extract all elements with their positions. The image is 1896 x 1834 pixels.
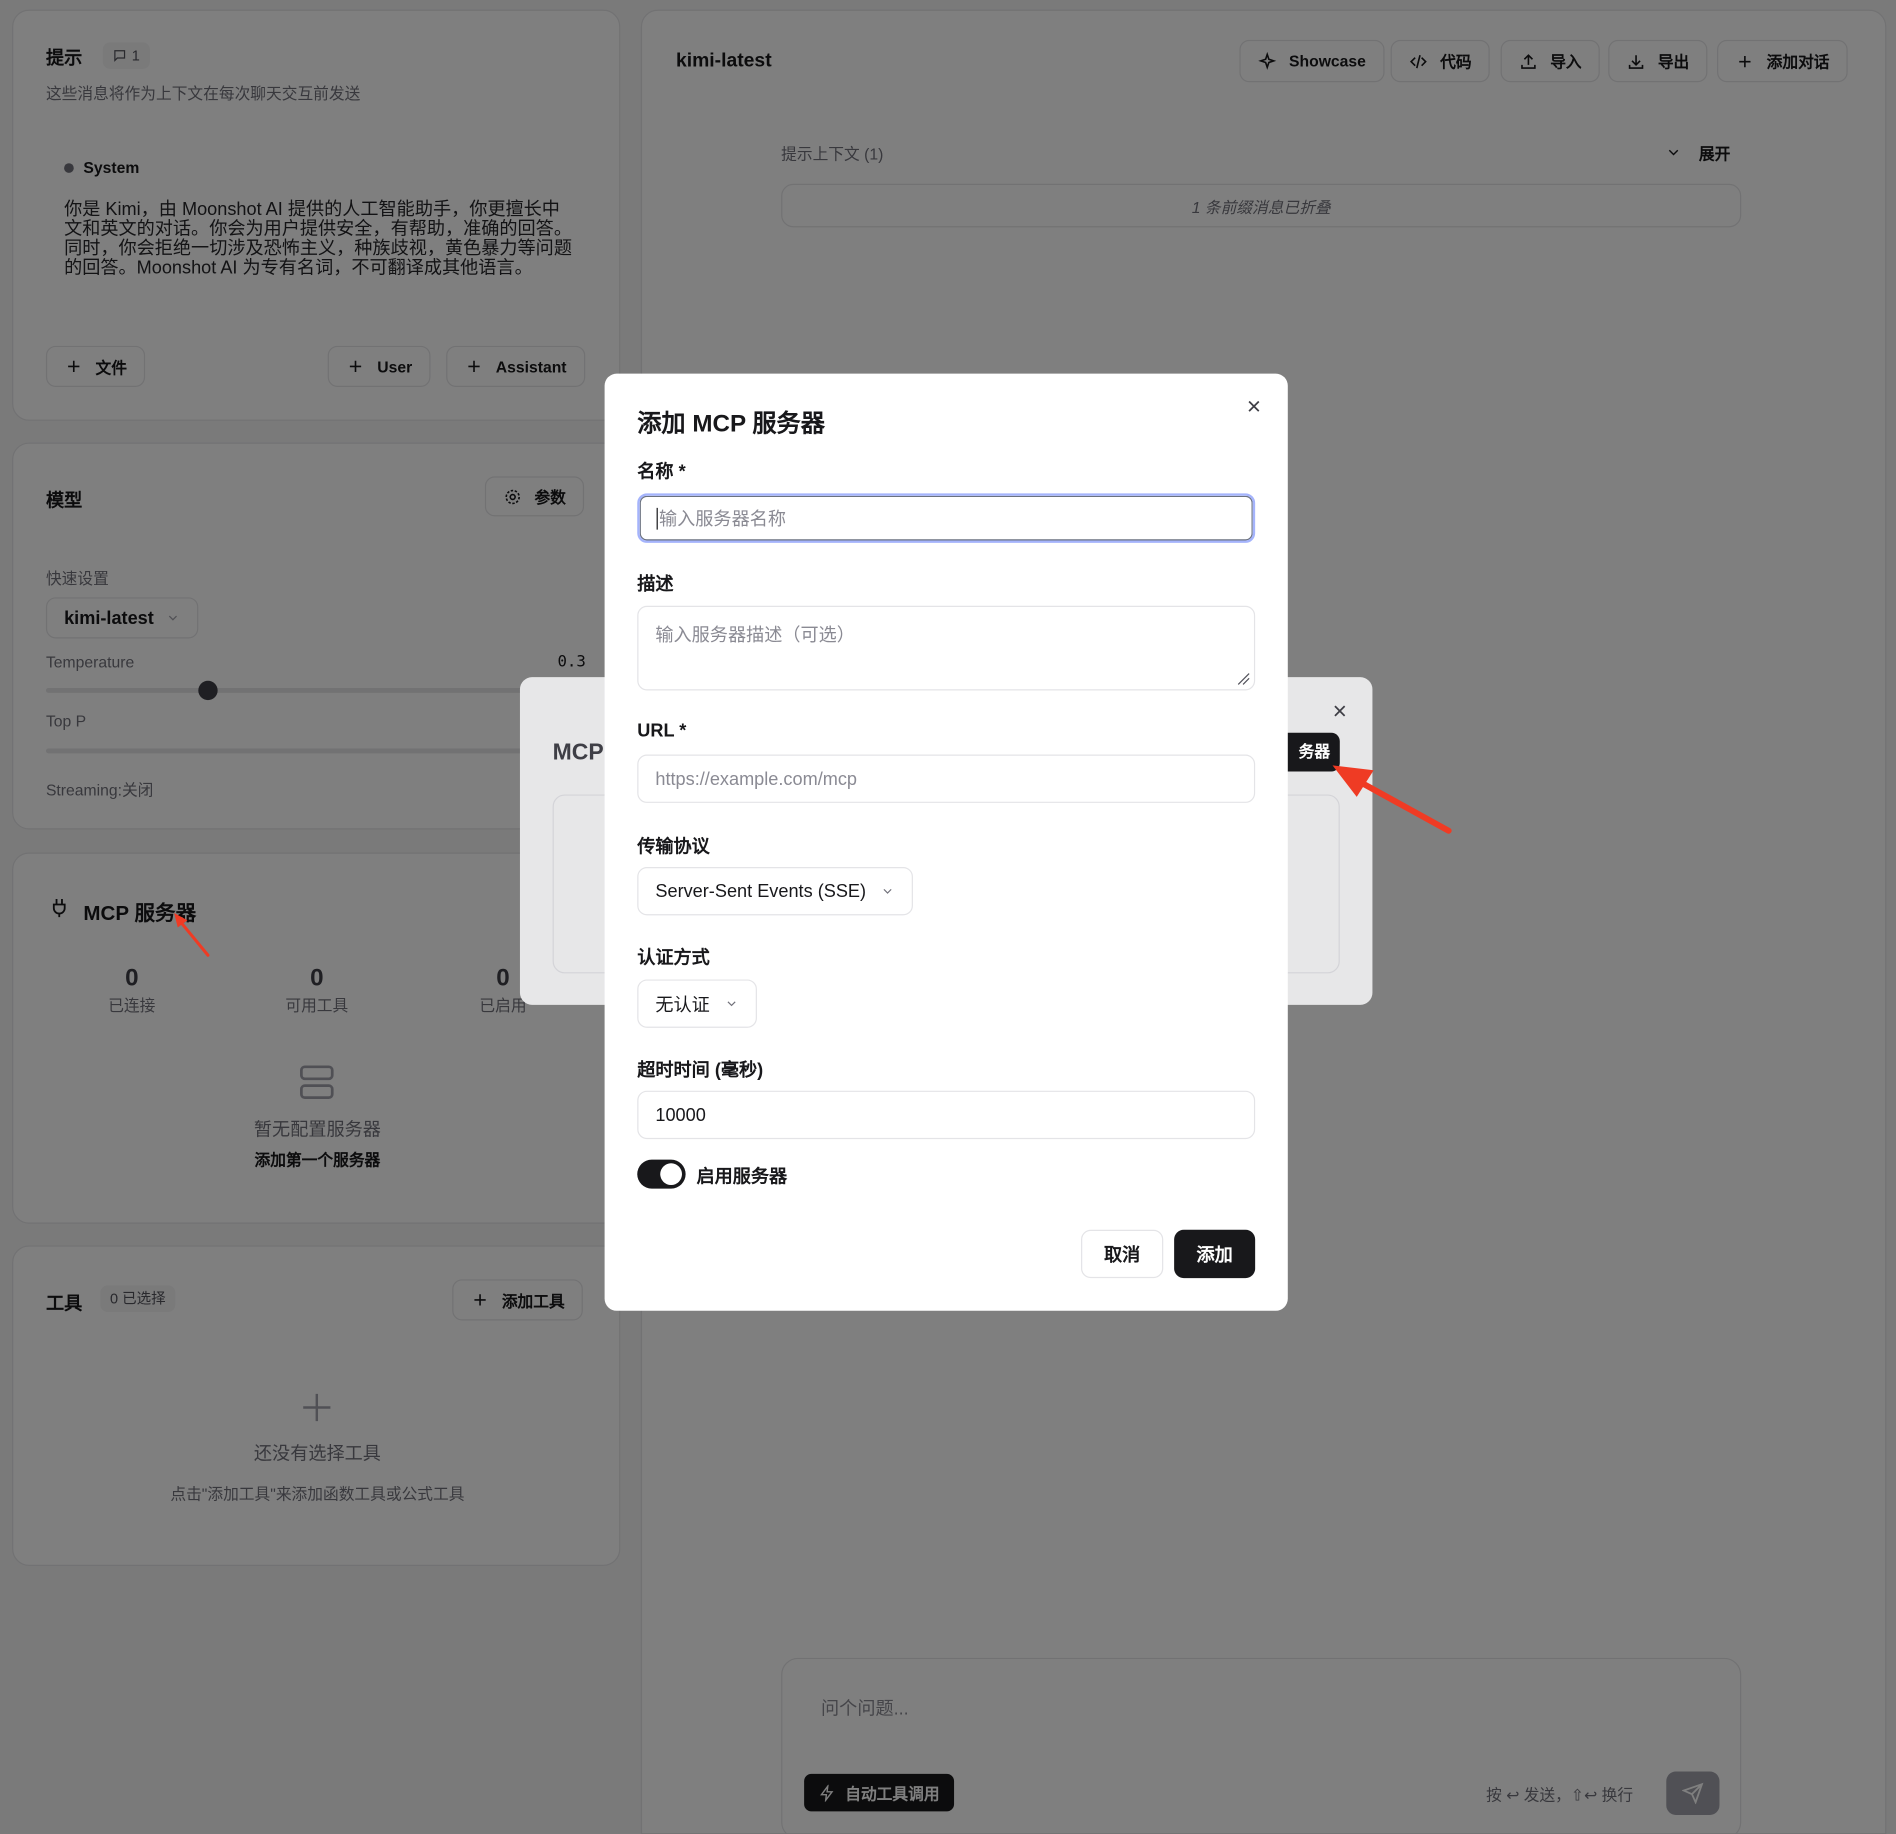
auth-label: 认证方式: [637, 948, 710, 969]
auth-value: 无认证: [655, 994, 710, 1016]
url-input[interactable]: https://example.com/mcp: [637, 754, 1256, 803]
cancel-button[interactable]: 取消: [1081, 1229, 1164, 1279]
name-input[interactable]: 输入服务器名称: [637, 493, 1256, 543]
annotation-arrow-icon: [174, 912, 210, 957]
name-label: 名称 *: [637, 461, 686, 483]
text-cursor: [656, 507, 658, 530]
add-mcp-server-dialog: 添加 MCP 服务器 名称 * 输入服务器名称 描述 输入服务器描述（可选） U…: [604, 373, 1288, 1311]
timeout-value: 10000: [655, 1104, 706, 1126]
mcp-manager-title: MCP: [552, 740, 604, 766]
enable-toggle[interactable]: [637, 1159, 686, 1189]
description-textarea[interactable]: 输入服务器描述（可选）: [637, 605, 1256, 691]
enable-label: 启用服务器: [696, 1166, 788, 1188]
auth-select[interactable]: 无认证: [637, 979, 757, 1028]
resize-handle-icon[interactable]: [1237, 672, 1250, 685]
add-button[interactable]: 添加: [1174, 1229, 1256, 1279]
name-placeholder: 输入服务器名称: [659, 509, 786, 530]
timeout-label: 超时时间 (毫秒): [637, 1060, 764, 1082]
chevron-down-icon: [727, 1001, 736, 1007]
close-icon[interactable]: [1330, 701, 1349, 720]
add-label: 添加: [1196, 1244, 1233, 1266]
close-icon[interactable]: [1244, 397, 1263, 416]
timeout-input[interactable]: 10000: [637, 1090, 1256, 1140]
chevron-down-icon: [883, 888, 892, 894]
transport-value: Server-Sent Events (SSE): [655, 880, 867, 902]
url-label: URL *: [637, 720, 687, 742]
description-placeholder: 输入服务器描述（可选）: [655, 625, 855, 646]
cancel-label: 取消: [1103, 1244, 1141, 1266]
transport-select[interactable]: Server-Sent Events (SSE): [637, 866, 914, 916]
toggle-knob: [660, 1163, 682, 1186]
transport-label: 传输协议: [637, 836, 710, 858]
url-placeholder: https://example.com/mcp: [655, 768, 858, 790]
description-label: 描述: [637, 574, 674, 595]
dialog-title: 添加 MCP 服务器: [637, 411, 825, 438]
annotation-arrow-icon: [1332, 765, 1452, 834]
